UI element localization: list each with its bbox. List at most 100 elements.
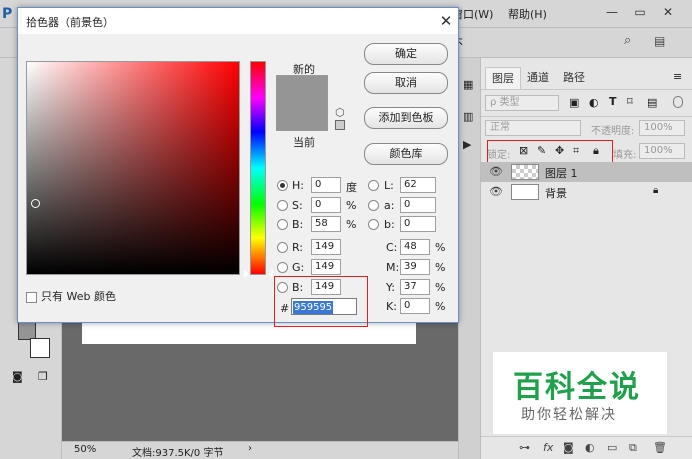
cube-icon[interactable]: ⬡ bbox=[335, 106, 345, 119]
radio-b-lab[interactable] bbox=[368, 219, 379, 230]
divider bbox=[481, 89, 692, 90]
history-icon[interactable]: ▦ bbox=[463, 78, 473, 91]
tab-channels[interactable]: 通道 bbox=[521, 67, 555, 89]
add-to-swatches-button[interactable]: 添加到色板 bbox=[364, 107, 448, 129]
web-only-label: 只有 Web 颜色 bbox=[41, 290, 116, 303]
fx-icon[interactable]: fx bbox=[543, 441, 553, 454]
menu-help[interactable]: 帮助(H) bbox=[508, 6, 547, 22]
hue-slider[interactable] bbox=[250, 61, 266, 275]
h-unit: 度 bbox=[346, 181, 357, 194]
workspace-icon[interactable]: ▤ bbox=[654, 34, 665, 48]
layers-toolbar: ⊶ fx ◙ ◐ ▭ ⧉ 🗑︎ bbox=[481, 436, 692, 459]
zoom-level[interactable]: 50% bbox=[74, 444, 96, 455]
search-icon[interactable]: ⌕ bbox=[624, 33, 631, 48]
filter-toggle-icon[interactable] bbox=[673, 96, 683, 108]
a-field[interactable]: 0 bbox=[400, 197, 436, 213]
color-marker[interactable] bbox=[31, 199, 40, 208]
saturation-brightness-field[interactable] bbox=[26, 61, 240, 275]
filter-type-icon[interactable]: T bbox=[609, 95, 617, 108]
color-libraries-button[interactable]: 颜色库 bbox=[364, 143, 448, 165]
b-lab-field[interactable]: 0 bbox=[400, 216, 436, 232]
g-field[interactable]: 149 bbox=[311, 259, 341, 275]
c-field[interactable]: 48 bbox=[400, 239, 430, 255]
ok-button[interactable]: 确定 bbox=[364, 43, 448, 65]
opacity-field[interactable]: 100% bbox=[639, 120, 685, 136]
background-color-swatch[interactable] bbox=[30, 338, 50, 358]
adjustment-icon[interactable]: ◐ bbox=[585, 441, 595, 454]
c-unit: % bbox=[435, 241, 446, 254]
filter-smart-icon[interactable]: ▤ bbox=[647, 96, 657, 109]
radio-l[interactable] bbox=[368, 180, 379, 191]
s-field[interactable]: 0 bbox=[311, 197, 341, 213]
b-brightness-field[interactable]: 58 bbox=[311, 216, 341, 232]
tab-layers[interactable]: 图层 bbox=[485, 67, 521, 89]
maximize-icon[interactable]: ▭ bbox=[626, 3, 654, 21]
b-lab-label: b: bbox=[384, 218, 395, 231]
watermark-subtitle: 助你轻松解决 bbox=[521, 407, 617, 423]
blend-mode-select[interactable]: 正常 bbox=[485, 120, 581, 136]
highlight-box bbox=[274, 276, 368, 327]
play-icon[interactable]: ▶ bbox=[463, 138, 471, 151]
color-swatch[interactable] bbox=[276, 75, 328, 131]
collapsed-panels: ▦ ▥ ▶ bbox=[458, 58, 480, 459]
visibility-icon[interactable]: 👁︎ bbox=[489, 165, 503, 178]
layer-row[interactable]: 👁︎ 背景 🔒︎ bbox=[481, 182, 692, 202]
filter-pixel-icon[interactable]: ▣ bbox=[569, 96, 579, 109]
panel-menu-icon[interactable]: ≡ bbox=[673, 70, 682, 83]
hue-slider-handle[interactable] bbox=[268, 270, 273, 278]
filter-adjust-icon[interactable]: ◐ bbox=[589, 96, 599, 109]
layer-name: 背景 bbox=[545, 187, 567, 200]
m-label: M: bbox=[386, 261, 400, 274]
dialog-title-bar[interactable]: 拾色器（前景色） ✕ bbox=[18, 8, 458, 34]
layer-row[interactable]: 👁︎ 图层 1 bbox=[481, 162, 692, 182]
h-field[interactable]: 0 bbox=[311, 177, 341, 193]
y-label: Y: bbox=[386, 281, 395, 294]
properties-icon[interactable]: ▥ bbox=[463, 110, 473, 123]
b-brightness-unit: % bbox=[346, 218, 357, 231]
web-only-checkbox[interactable] bbox=[26, 291, 37, 303]
m-field[interactable]: 39 bbox=[400, 259, 430, 275]
radio-h[interactable] bbox=[277, 180, 288, 191]
radio-b-brightness[interactable] bbox=[277, 219, 288, 230]
websafe-swatch-icon[interactable] bbox=[335, 120, 345, 130]
link-icon[interactable]: ⊶ bbox=[519, 441, 530, 454]
trash-icon[interactable]: 🗑︎ bbox=[653, 441, 667, 454]
b-brightness-label: B: bbox=[292, 218, 304, 231]
r-label: R: bbox=[292, 241, 304, 254]
group-icon[interactable]: ▭ bbox=[607, 441, 617, 454]
layer-thumbnail bbox=[511, 184, 539, 200]
dialog-title: 拾色器（前景色） bbox=[26, 16, 114, 29]
g-label: G: bbox=[292, 261, 305, 274]
minimize-icon[interactable]: — bbox=[598, 3, 626, 21]
radio-g[interactable] bbox=[277, 262, 288, 273]
radio-a[interactable] bbox=[368, 200, 379, 211]
y-field[interactable]: 37 bbox=[400, 279, 430, 295]
new-layer-icon[interactable]: ⧉ bbox=[629, 441, 637, 455]
radio-r[interactable] bbox=[277, 242, 288, 253]
status-bar: 50% 文档:937.5K/0 字节 › bbox=[62, 441, 480, 459]
fill-field[interactable]: 100% bbox=[639, 143, 685, 159]
filter-kind-select[interactable]: ρ 类型 bbox=[485, 95, 559, 111]
y-unit: % bbox=[435, 281, 446, 294]
cancel-button[interactable]: 取消 bbox=[364, 72, 448, 94]
visibility-icon[interactable]: 👁︎ bbox=[489, 185, 503, 198]
opacity-label: 不透明度: bbox=[591, 126, 635, 137]
window-close-icon[interactable]: ✕ bbox=[654, 3, 682, 21]
web-only-option[interactable]: 只有 Web 颜色 bbox=[26, 288, 116, 304]
l-field[interactable]: 62 bbox=[400, 177, 436, 193]
s-label: S: bbox=[292, 199, 303, 212]
screen-mode-icon[interactable]: ❐ bbox=[38, 370, 48, 383]
divider bbox=[481, 116, 692, 117]
tab-paths[interactable]: 路径 bbox=[557, 67, 591, 89]
photoshop-logo-icon: P bbox=[2, 6, 13, 22]
hue-slider-handle[interactable] bbox=[244, 270, 249, 278]
filter-shape-icon[interactable]: ⌑ bbox=[627, 95, 633, 108]
k-field[interactable]: 0 bbox=[400, 298, 430, 314]
close-icon[interactable]: ✕ bbox=[436, 10, 456, 32]
quick-mask-icon[interactable]: ◙ bbox=[12, 370, 23, 383]
fill-label: 填充: bbox=[613, 150, 637, 161]
chevron-right-icon[interactable]: › bbox=[248, 443, 252, 454]
radio-s[interactable] bbox=[277, 200, 288, 211]
mask-icon[interactable]: ◙ bbox=[563, 441, 574, 454]
r-field[interactable]: 149 bbox=[311, 239, 341, 255]
